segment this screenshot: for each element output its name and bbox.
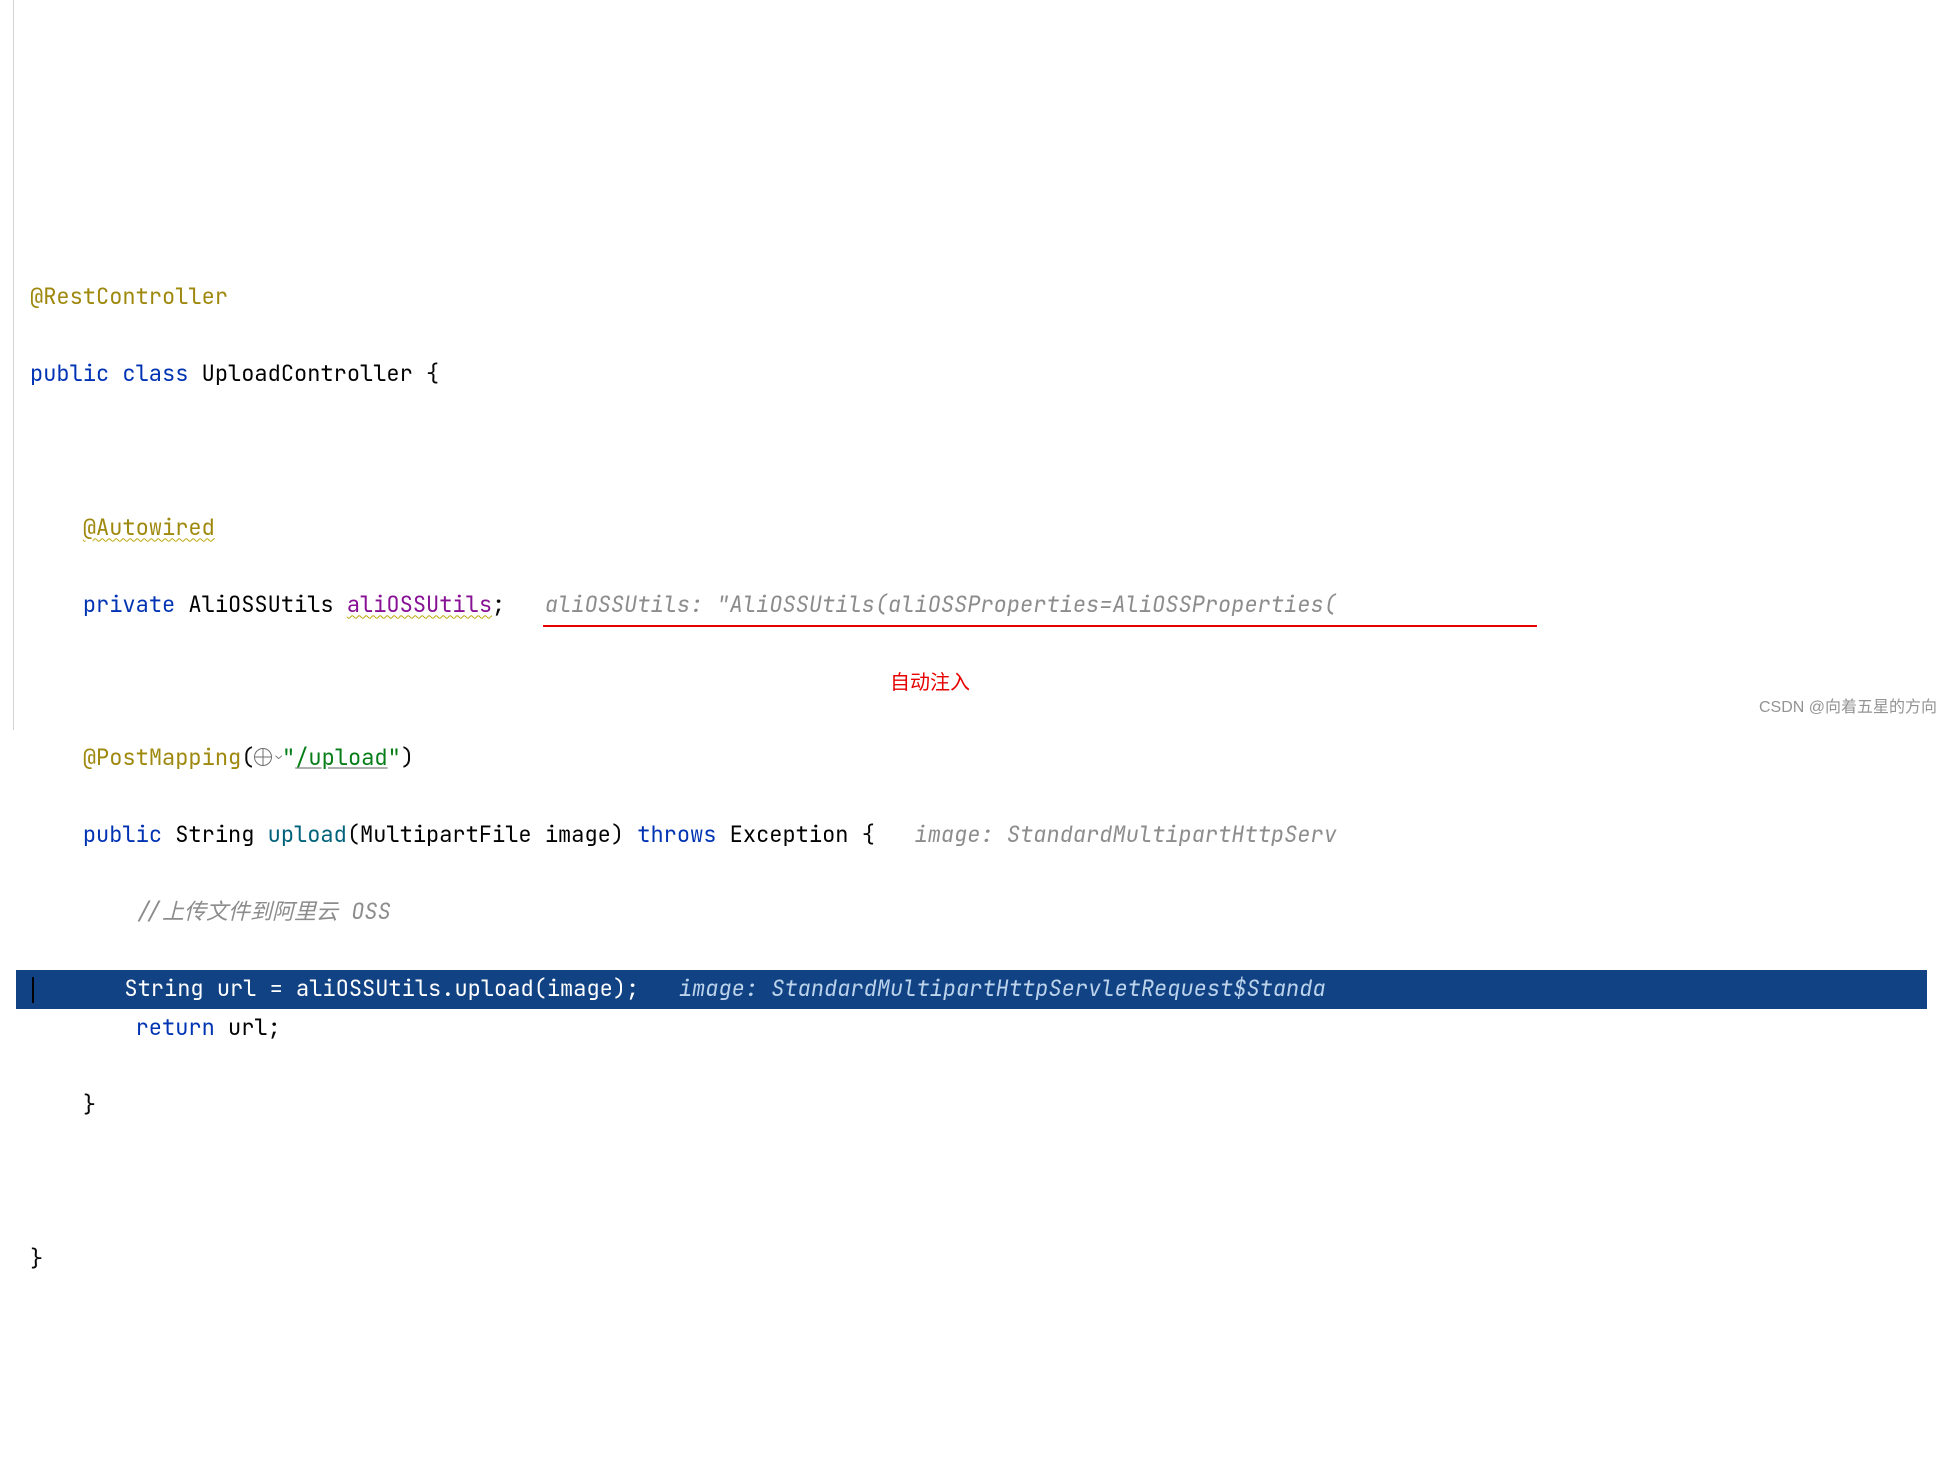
code-line[interactable]: @PostMapping(⌄"/upload") — [30, 739, 1955, 778]
inlay-hint-wrap: aliOSSUtils: "AliOSSUtils(aliOSSProperti… — [545, 586, 1337, 625]
string-quote-open: " — [282, 743, 295, 772]
field-ref-sel: aliOSSUtils — [296, 974, 441, 1003]
paren-open: ( — [241, 743, 254, 772]
inlay-hint-image2: image: StandardMultipartHttpServletReque… — [679, 974, 1326, 1003]
var-url-sel: url — [217, 974, 257, 1003]
inlay-hint-image: image: StandardMultipartHttpServ — [915, 820, 1337, 849]
watermark: CSDN @向着五星的方向 — [1759, 694, 1937, 722]
brace-close-outer: } — [30, 1244, 43, 1273]
globe-icon-dropdown[interactable]: ⌄ — [254, 747, 282, 766]
code-line[interactable]: } — [30, 1086, 1955, 1125]
keyword-private: private — [83, 590, 175, 619]
keyword-public: public — [30, 359, 109, 388]
keyword-public: public — [83, 820, 162, 849]
url-path[interactable]: /upload — [295, 743, 387, 772]
var-url: url — [228, 1013, 268, 1042]
annotation-red-label: 自动注入 — [890, 666, 970, 701]
type-string: String — [175, 820, 254, 849]
semicolon: ; — [492, 590, 505, 619]
code-line[interactable]: return url; — [30, 1009, 1955, 1048]
gutter — [0, 0, 14, 730]
annotation-underline — [543, 625, 1537, 627]
code-line-empty[interactable] — [30, 1163, 1955, 1202]
annotation-postmapping: @PostMapping — [83, 743, 241, 772]
brace-close: } — [83, 1090, 96, 1119]
param-image: image — [545, 820, 611, 849]
annotation-autowired: @Autowired — [83, 513, 215, 542]
cursor — [32, 977, 34, 1003]
keyword-throws: throws — [637, 820, 716, 849]
code-line[interactable]: @RestController — [30, 278, 1955, 317]
type-exception: Exception — [730, 820, 849, 849]
code-line[interactable]: private AliOSSUtils aliOSSUtils; aliOSSU… — [30, 586, 1955, 625]
method-call-sel: upload — [454, 974, 533, 1003]
keyword-return: return — [136, 1013, 215, 1042]
code-line[interactable]: public class UploadController { — [30, 355, 1955, 394]
chevron-down-icon: ⌄ — [275, 747, 282, 766]
code-line-empty[interactable] — [30, 432, 1955, 471]
type-string-sel: String — [124, 974, 203, 1003]
type-aliossutils: AliOSSUtils — [188, 590, 333, 619]
globe-icon — [254, 748, 272, 766]
comment-upload: //上传文件到阿里云 OSS — [136, 897, 391, 926]
class-name: UploadController — [202, 359, 413, 388]
code-line[interactable]: //上传文件到阿里云 OSS — [30, 893, 1955, 932]
inlay-hint-aliossutils: aliOSSUtils: "AliOSSUtils(aliOSSProperti… — [545, 590, 1337, 619]
code-editor[interactable]: @RestController public class UploadContr… — [30, 239, 1955, 1317]
annotation-restcontroller: @RestController — [30, 282, 228, 311]
string-quote-close: " — [388, 743, 401, 772]
code-line[interactable]: @Autowired — [30, 509, 1955, 548]
keyword-class: class — [122, 359, 188, 388]
selected-line[interactable]: String url = aliOSSUtils.upload(image); … — [16, 970, 1927, 1009]
method-upload: upload — [268, 820, 347, 849]
annotation-label-line: 自动注入 — [30, 663, 1955, 701]
brace-open: { — [426, 359, 439, 388]
code-line[interactable]: } — [30, 1240, 1955, 1279]
type-multipartfile: MultipartFile — [360, 820, 532, 849]
code-line[interactable]: public String upload(MultipartFile image… — [30, 816, 1955, 855]
field-aliossutils: aliOSSUtils — [347, 590, 492, 619]
paren-close: ) — [401, 743, 414, 772]
